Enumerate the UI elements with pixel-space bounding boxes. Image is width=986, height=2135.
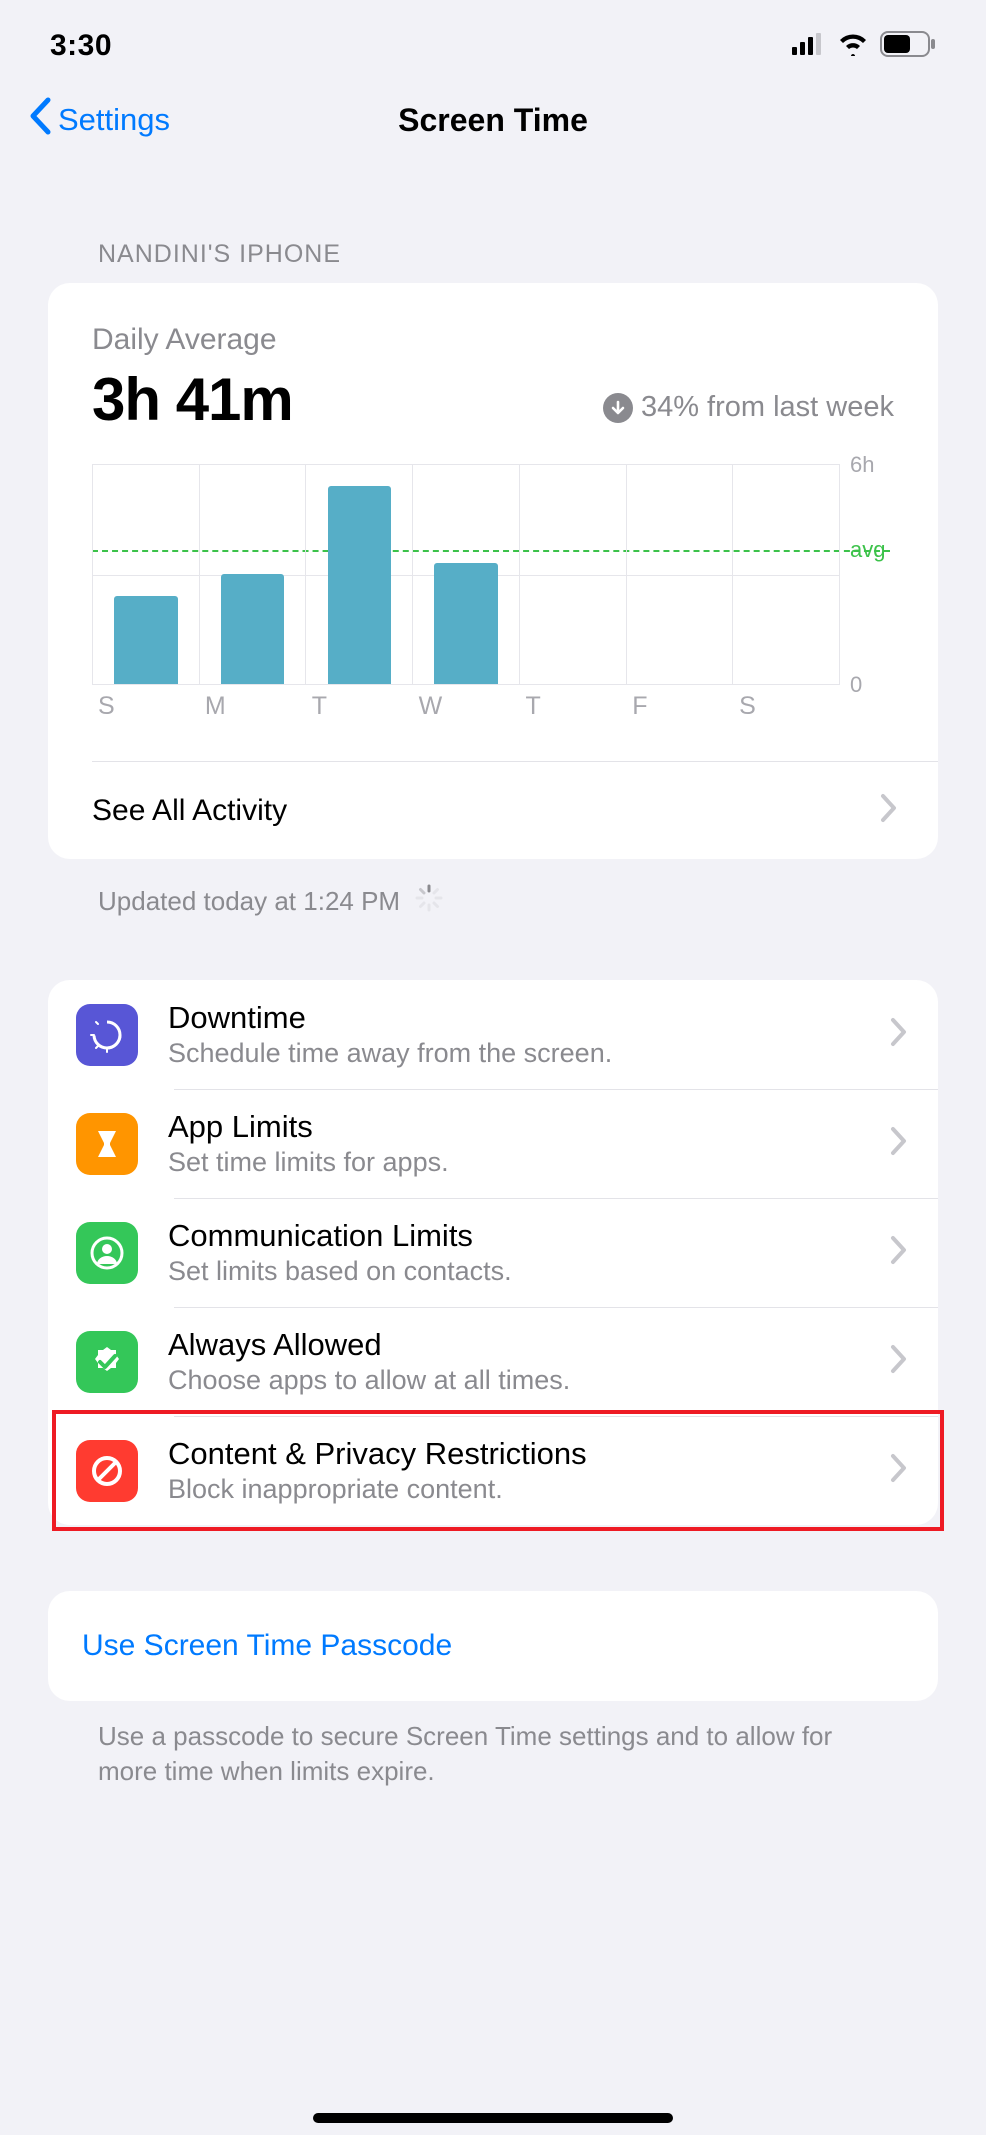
- row-title: Communication Limits: [168, 1218, 860, 1254]
- bar-slot: [412, 465, 519, 684]
- row-text: Content & Privacy RestrictionsBlock inap…: [168, 1436, 860, 1505]
- chevron-right-icon: [890, 1453, 908, 1488]
- row-subtitle: Block inappropriate content.: [168, 1474, 860, 1505]
- row-text: Always AllowedChoose apps to allow at al…: [168, 1327, 860, 1396]
- always-allowed-icon: [76, 1331, 138, 1393]
- downtime-row[interactable]: DowntimeSchedule time away from the scre…: [76, 980, 938, 1089]
- trend-text: 34% from last week: [641, 391, 894, 424]
- bar: [328, 486, 391, 684]
- passcode-card: Use Screen Time Passcode: [48, 1591, 938, 1701]
- usage-summary-card[interactable]: Daily Average 3h 41m 34% from last week …: [48, 283, 938, 859]
- row-text: Communication LimitsSet limits based on …: [168, 1218, 860, 1287]
- device-header: NANDINI'S IPHONE: [48, 160, 938, 283]
- spinner-icon: [414, 883, 444, 920]
- status-icons: [792, 31, 936, 62]
- content-privacy-icon: [76, 1440, 138, 1502]
- home-indicator[interactable]: [313, 2113, 673, 2123]
- trend-block: 34% from last week: [603, 391, 894, 434]
- bar: [221, 574, 284, 684]
- arrow-down-icon: [603, 393, 633, 423]
- cellular-icon: [792, 33, 826, 60]
- wifi-icon: [837, 32, 869, 61]
- row-title: Downtime: [168, 1000, 860, 1036]
- row-title: Content & Privacy Restrictions: [168, 1436, 860, 1472]
- bar-slot: [732, 465, 840, 684]
- xtick: S: [733, 692, 840, 721]
- content-privacy-row[interactable]: Content & Privacy RestrictionsBlock inap…: [76, 1416, 938, 1525]
- updated-row: Updated today at 1:24 PM: [48, 859, 938, 920]
- bar-slot: [305, 465, 412, 684]
- bar: [434, 563, 497, 684]
- ytick: 6h: [850, 452, 874, 478]
- downtime-icon: [76, 1004, 138, 1066]
- row-subtitle: Set time limits for apps.: [168, 1147, 860, 1178]
- status-time: 3:30: [50, 29, 112, 63]
- xtick: W: [413, 692, 520, 721]
- bar-chart: avg 6h0: [92, 464, 894, 684]
- row-title: App Limits: [168, 1109, 860, 1145]
- row-text: App LimitsSet time limits for apps.: [168, 1109, 860, 1178]
- ytick: 0: [850, 672, 862, 698]
- always-allowed-row[interactable]: Always AllowedChoose apps to allow at al…: [76, 1307, 938, 1416]
- communication-limits-row[interactable]: Communication LimitsSet limits based on …: [76, 1198, 938, 1307]
- chevron-right-icon: [890, 1017, 908, 1052]
- app-limits-row[interactable]: App LimitsSet time limits for apps.: [76, 1089, 938, 1198]
- daily-average-label: Daily Average: [92, 323, 894, 357]
- use-passcode-button[interactable]: Use Screen Time Passcode: [82, 1591, 904, 1701]
- daily-average-value: 3h 41m: [92, 365, 293, 434]
- chevron-right-icon: [890, 1126, 908, 1161]
- chevron-right-icon: [890, 1344, 908, 1379]
- xtick: T: [306, 692, 413, 721]
- row-text: DowntimeSchedule time away from the scre…: [168, 1000, 860, 1069]
- xtick: T: [519, 692, 626, 721]
- row-subtitle: Schedule time away from the screen.: [168, 1038, 860, 1069]
- xtick: F: [626, 692, 733, 721]
- nav-header: Settings Screen Time: [0, 80, 986, 160]
- app-limits-icon: [76, 1113, 138, 1175]
- status-bar: 3:30: [0, 0, 986, 80]
- updated-text: Updated today at 1:24 PM: [98, 886, 400, 917]
- limits-card: DowntimeSchedule time away from the scre…: [48, 980, 938, 1525]
- see-all-label: See All Activity: [92, 794, 880, 828]
- communication-limits-icon: [76, 1222, 138, 1284]
- chevron-right-icon: [880, 793, 898, 828]
- page-title: Screen Time: [0, 102, 986, 139]
- xtick: S: [92, 692, 199, 721]
- bar-slot: [92, 465, 199, 684]
- passcode-footer: Use a passcode to secure Screen Time set…: [48, 1701, 938, 1789]
- row-subtitle: Set limits based on contacts.: [168, 1256, 860, 1287]
- battery-icon: [880, 31, 936, 62]
- bar-slot: [626, 465, 733, 684]
- bar-slot: [519, 465, 626, 684]
- xtick: M: [199, 692, 306, 721]
- see-all-activity-row[interactable]: See All Activity: [92, 761, 938, 859]
- bar: [114, 596, 177, 684]
- chevron-right-icon: [890, 1235, 908, 1270]
- row-subtitle: Choose apps to allow at all times.: [168, 1365, 860, 1396]
- row-title: Always Allowed: [168, 1327, 860, 1363]
- bar-slot: [199, 465, 306, 684]
